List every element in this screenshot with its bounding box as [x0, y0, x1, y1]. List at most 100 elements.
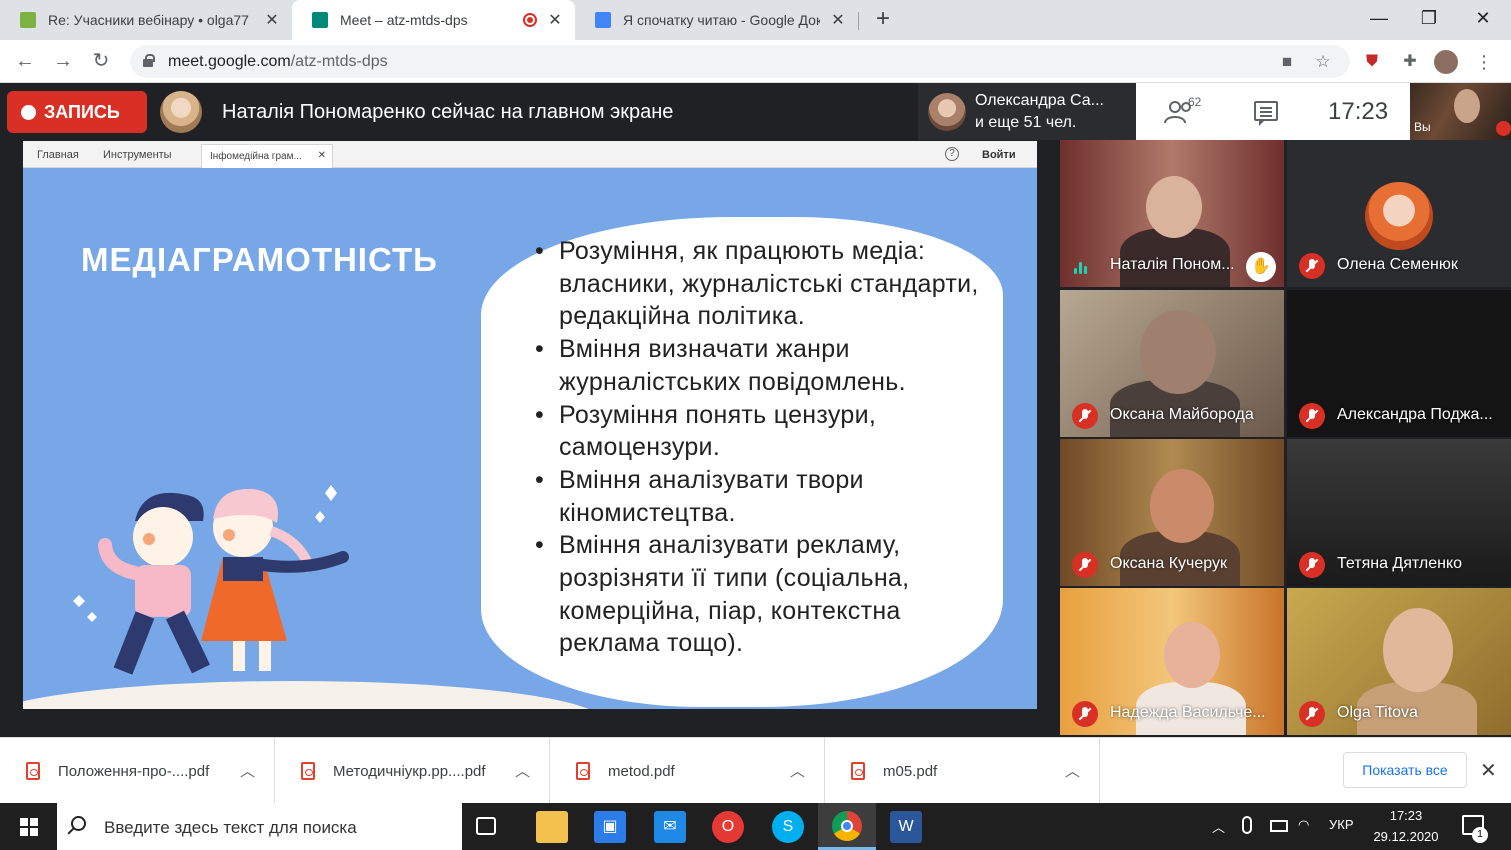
presenting-banner: Наталія Пономаренко сейчас на главном эк…: [222, 101, 674, 123]
minimize-button[interactable]: —: [1354, 4, 1404, 34]
mic-off-icon: [1299, 403, 1325, 429]
show-all-downloads-button[interactable]: Показать все: [1343, 752, 1467, 788]
download-item[interactable]: m05.pdf ︿: [825, 738, 1100, 804]
taskbar-time[interactable]: 17:23: [1386, 808, 1426, 823]
help-icon[interactable]: ?: [945, 147, 959, 161]
new-tab-button[interactable]: +: [870, 6, 896, 34]
windows-icon: [20, 818, 38, 836]
taskbar-search[interactable]: Введите здесь текст для поиска: [57, 803, 462, 850]
menu-home[interactable]: Главная: [37, 149, 79, 161]
extensions-icon[interactable]: ✚: [1398, 50, 1422, 74]
download-item[interactable]: metod.pdf ︿: [550, 738, 825, 804]
chevron-up-icon[interactable]: ︿: [515, 760, 530, 781]
browser-tab-meet[interactable]: Meet – atz-mtds-dps ✕: [292, 0, 575, 40]
bookmark-star-icon[interactable]: ☆: [1312, 51, 1334, 73]
bullet-list: Розуміння, як працюють медіа: власники, …: [535, 235, 993, 660]
participant-video: [1146, 176, 1202, 238]
word-icon[interactable]: W: [890, 811, 922, 843]
document-tab-label: Інфомедійна грам...: [210, 151, 302, 162]
children-illustration: [73, 485, 349, 675]
language-indicator[interactable]: УКР: [1329, 817, 1354, 832]
task-view-icon[interactable]: [476, 817, 496, 835]
participant-tile[interactable]: Олена Семенюк: [1287, 140, 1511, 287]
document-tab[interactable]: Інфомедійна грам... ✕: [201, 144, 333, 168]
close-icon[interactable]: ✕: [1480, 758, 1497, 783]
participant-tile[interactable]: Оксана Майборода: [1060, 290, 1284, 437]
chrome-icon: [832, 811, 862, 841]
opera-icon[interactable]: O: [712, 811, 744, 843]
download-item[interactable]: Положення-про-....pdf ︿: [0, 738, 275, 804]
close-icon[interactable]: ✕: [828, 10, 848, 30]
recording-badge[interactable]: ЗАПИСЬ: [7, 91, 147, 133]
chevron-up-icon[interactable]: ︿: [790, 760, 805, 781]
download-item[interactable]: Методичніукр.рр....pdf ︿: [275, 738, 550, 804]
store-icon[interactable]: ▣: [594, 811, 626, 843]
mic-off-icon: [1072, 403, 1098, 429]
address-bar[interactable]: meet.google.com/atz-mtds-dps ■ ☆: [130, 45, 1350, 78]
chevron-up-icon[interactable]: ︿: [1065, 760, 1080, 781]
ublock-icon[interactable]: ⛊: [1360, 50, 1384, 74]
tab-title: Meet – atz-mtds-dps: [340, 12, 468, 28]
participant-tile[interactable]: Тетяна Дятленко: [1287, 439, 1511, 586]
tray-overflow-icon[interactable]: ︿: [1212, 817, 1225, 836]
file-explorer-icon[interactable]: [536, 811, 568, 843]
presenter-avatar: [160, 91, 202, 133]
mic-off-icon: [1299, 253, 1325, 279]
mail-icon[interactable]: ✉: [654, 811, 686, 843]
browser-menu-icon[interactable]: ⋮: [1472, 50, 1496, 74]
participant-video: [1164, 622, 1220, 688]
notifications-badge: 1: [1472, 827, 1488, 843]
close-window-button[interactable]: ✕: [1458, 4, 1508, 34]
download-filename: m05.pdf: [883, 763, 938, 780]
back-button[interactable]: ←: [12, 49, 38, 75]
participant-tile[interactable]: Наталія Поном... ✋: [1060, 140, 1284, 287]
wifi-icon[interactable]: ◠: [1298, 817, 1309, 833]
pdf-icon: [851, 762, 865, 780]
participants-summary[interactable]: Олександра Са... и еще 51 чел.: [918, 83, 1136, 140]
self-video: [1454, 89, 1480, 123]
self-video-tile[interactable]: Вы: [1410, 83, 1511, 140]
skype-icon[interactable]: S: [772, 811, 804, 843]
participant-tile[interactable]: Olga Titova: [1287, 588, 1511, 735]
participant-name: Olga Titova: [1337, 704, 1418, 721]
profile-avatar[interactable]: [1434, 50, 1458, 74]
slide-app-menubar: Главная Инструменты Інфомедійна грам... …: [23, 141, 1037, 168]
taskbar-date[interactable]: 29.12.2020: [1368, 829, 1444, 844]
close-icon[interactable]: ✕: [318, 150, 326, 161]
raised-hand-icon: ✋: [1246, 252, 1276, 282]
pdf-icon: [26, 762, 40, 780]
chrome-taskbar-item[interactable]: [818, 803, 876, 850]
reload-button[interactable]: ↻: [88, 49, 114, 75]
browser-tab-docs[interactable]: Я спочатку читаю - Google Доку ✕: [575, 0, 858, 40]
search-placeholder: Введите здесь текст для поиска: [104, 818, 357, 837]
close-icon[interactable]: ✕: [262, 10, 282, 30]
mic-off-icon: [1299, 701, 1325, 727]
participant-others: и еще 51 чел.: [975, 114, 1077, 131]
participant-tile[interactable]: Оксана Кучерук: [1060, 439, 1284, 586]
maximize-button[interactable]: ❐: [1404, 4, 1454, 34]
meet-controls: 62 17:23: [1136, 83, 1410, 140]
mic-off-icon: [1496, 121, 1511, 136]
record-dot-icon: [21, 104, 36, 120]
download-filename: metod.pdf: [608, 763, 675, 780]
forward-button[interactable]: →: [50, 49, 76, 75]
record-label: ЗАПИСЬ: [44, 101, 120, 122]
participant-name: Олександра Са...: [975, 92, 1104, 109]
chevron-up-icon[interactable]: ︿: [240, 760, 255, 781]
login-button[interactable]: Войти: [982, 149, 1016, 161]
battery-icon[interactable]: [1270, 820, 1288, 832]
participant-tile[interactable]: Александра Поджа...: [1287, 290, 1511, 437]
bullet-item: Розуміння понять цензури, самоцензури.: [535, 399, 993, 464]
close-icon[interactable]: ✕: [545, 10, 565, 30]
speaking-indicator-icon: [1074, 260, 1092, 274]
start-button[interactable]: [0, 803, 57, 850]
participant-tile[interactable]: Надежда Васильче...: [1060, 588, 1284, 735]
menu-tools[interactable]: Инструменты: [103, 149, 172, 161]
browser-tab-email[interactable]: Re: Учасники вебінару • olga77 ✕: [0, 0, 292, 40]
camera-icon[interactable]: ■: [1276, 51, 1298, 73]
meet-icon: [312, 12, 328, 28]
microphone-icon[interactable]: [1242, 816, 1252, 834]
chat-icon[interactable]: [1254, 101, 1278, 126]
meeting-clock: 17:23: [1328, 98, 1389, 125]
participant-grid: Наталія Поном... ✋ Олена Семенюк Оксана …: [1060, 140, 1511, 737]
